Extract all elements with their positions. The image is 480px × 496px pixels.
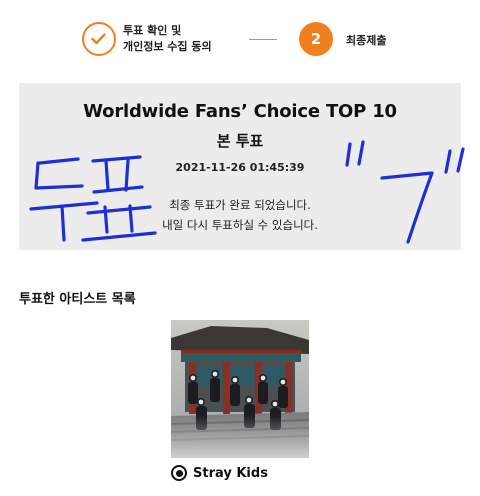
artist-photo [171,320,309,458]
completion-message-line2: 내일 다시 투표하실 수 있습니다. [162,218,318,232]
artist-name: Stray Kids [193,465,268,481]
selected-radio-icon[interactable] [171,465,187,481]
vote-type-title: 본 투표 [216,132,264,150]
step2-label: 최종제출 [346,34,387,47]
event-title: Worldwide Fans’ Choice TOP 10 [83,101,397,122]
vote-timestamp: 2021-11-26 01:45:39 [175,161,305,174]
artist-option-stray-kids[interactable]: Stray Kids [171,464,268,482]
step1-label-line1: 투표 확인 및 [123,24,182,37]
voted-artists-heading: 투표한 아티스트 목록 [19,292,136,307]
check-icon [91,33,106,45]
completion-message-line1: 최종 투표가 완료 되었습니다. [169,198,311,212]
step1-complete-indicator [82,22,116,56]
step1-label-line2: 개인정보 수집 동의 [123,40,212,53]
vote-result-panel: Worldwide Fans’ Choice TOP 10 본 투표 2021-… [19,83,461,250]
group-photo-image [171,320,309,458]
vote-stepper: 투표 확인 및 개인정보 수집 동의 2 최종제출 [0,0,480,80]
completion-message: 최종 투표가 완료 되었습니다. 내일 다시 투표하실 수 있습니다. [19,195,461,235]
step1-label: 투표 확인 및 개인정보 수집 동의 [123,23,243,55]
step-connector [249,39,277,40]
step2-number-badge: 2 [299,22,333,56]
